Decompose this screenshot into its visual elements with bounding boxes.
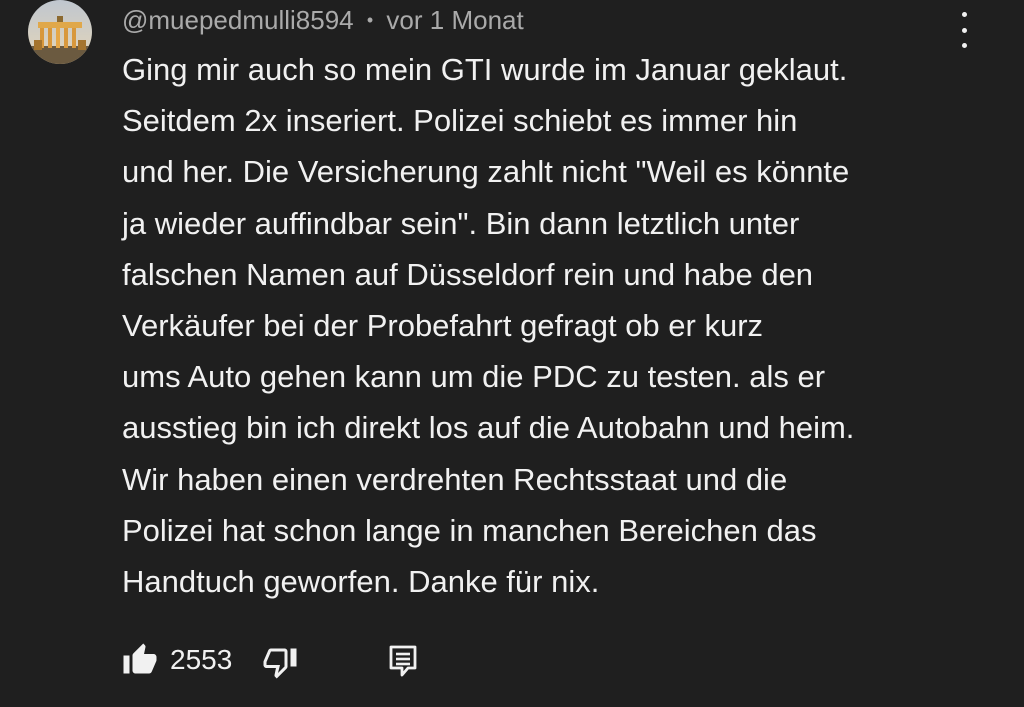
comment-text-line: falschen Namen auf Düsseldorf rein und h…	[122, 256, 814, 292]
like-button[interactable]	[122, 642, 158, 678]
comment-text-line: Ging mir auch so mein GTI wurde im Janua…	[122, 52, 848, 87]
dislike-button[interactable]	[262, 644, 298, 680]
comment-text-line: und her. Die Versicherung zahlt nicht "W…	[122, 154, 850, 190]
reply-button[interactable]	[388, 644, 418, 678]
author-name[interactable]: @muepedmulli8594	[122, 5, 354, 35]
thumbs-up-filled-icon	[123, 643, 157, 674]
more-vert-icon[interactable]	[950, 12, 978, 48]
reply-comment-icon	[389, 645, 417, 677]
comment-text-line: ausstieg bin ich direkt los auf die Auto…	[122, 410, 855, 446]
comment-text-line: Handtuch geworfen. Danke für nix.	[122, 564, 600, 600]
comment-text-line: ja wieder auffindbar sein". Bin dann let…	[122, 205, 800, 241]
comment-actions: 2553	[122, 640, 442, 680]
comment-text-line: Verkäufer bei der Probefahrt gefragt ob …	[122, 308, 764, 344]
comment-text: Ging mir auch so mein GTI wurde im Janua…	[122, 44, 1002, 607]
thumbs-down-outline-icon	[263, 648, 297, 679]
comment-thread: @muepedmulli8594 • vor 1 Monat Ging mir …	[0, 0, 1024, 707]
like-count: 2553	[170, 644, 233, 675]
comment-text-line: ums Auto gehen kann um die PDC zu testen…	[122, 359, 826, 395]
comment-text-line: Seitdem 2x inseriert. Polizei schiebt es…	[122, 103, 798, 139]
comment-header: @muepedmulli8594 • vor 1 Monat	[122, 3, 524, 37]
avatar[interactable]	[28, 0, 92, 64]
avatar-image	[28, 0, 92, 64]
comment-timestamp[interactable]: vor 1 Monat	[386, 5, 523, 35]
meta-separator: •	[366, 10, 374, 30]
comment-text-line: Polizei hat schon lange in manchen Berei…	[122, 512, 817, 548]
comment-text-line: Wir haben einen verdrehten Rechtsstaat u…	[122, 461, 788, 497]
